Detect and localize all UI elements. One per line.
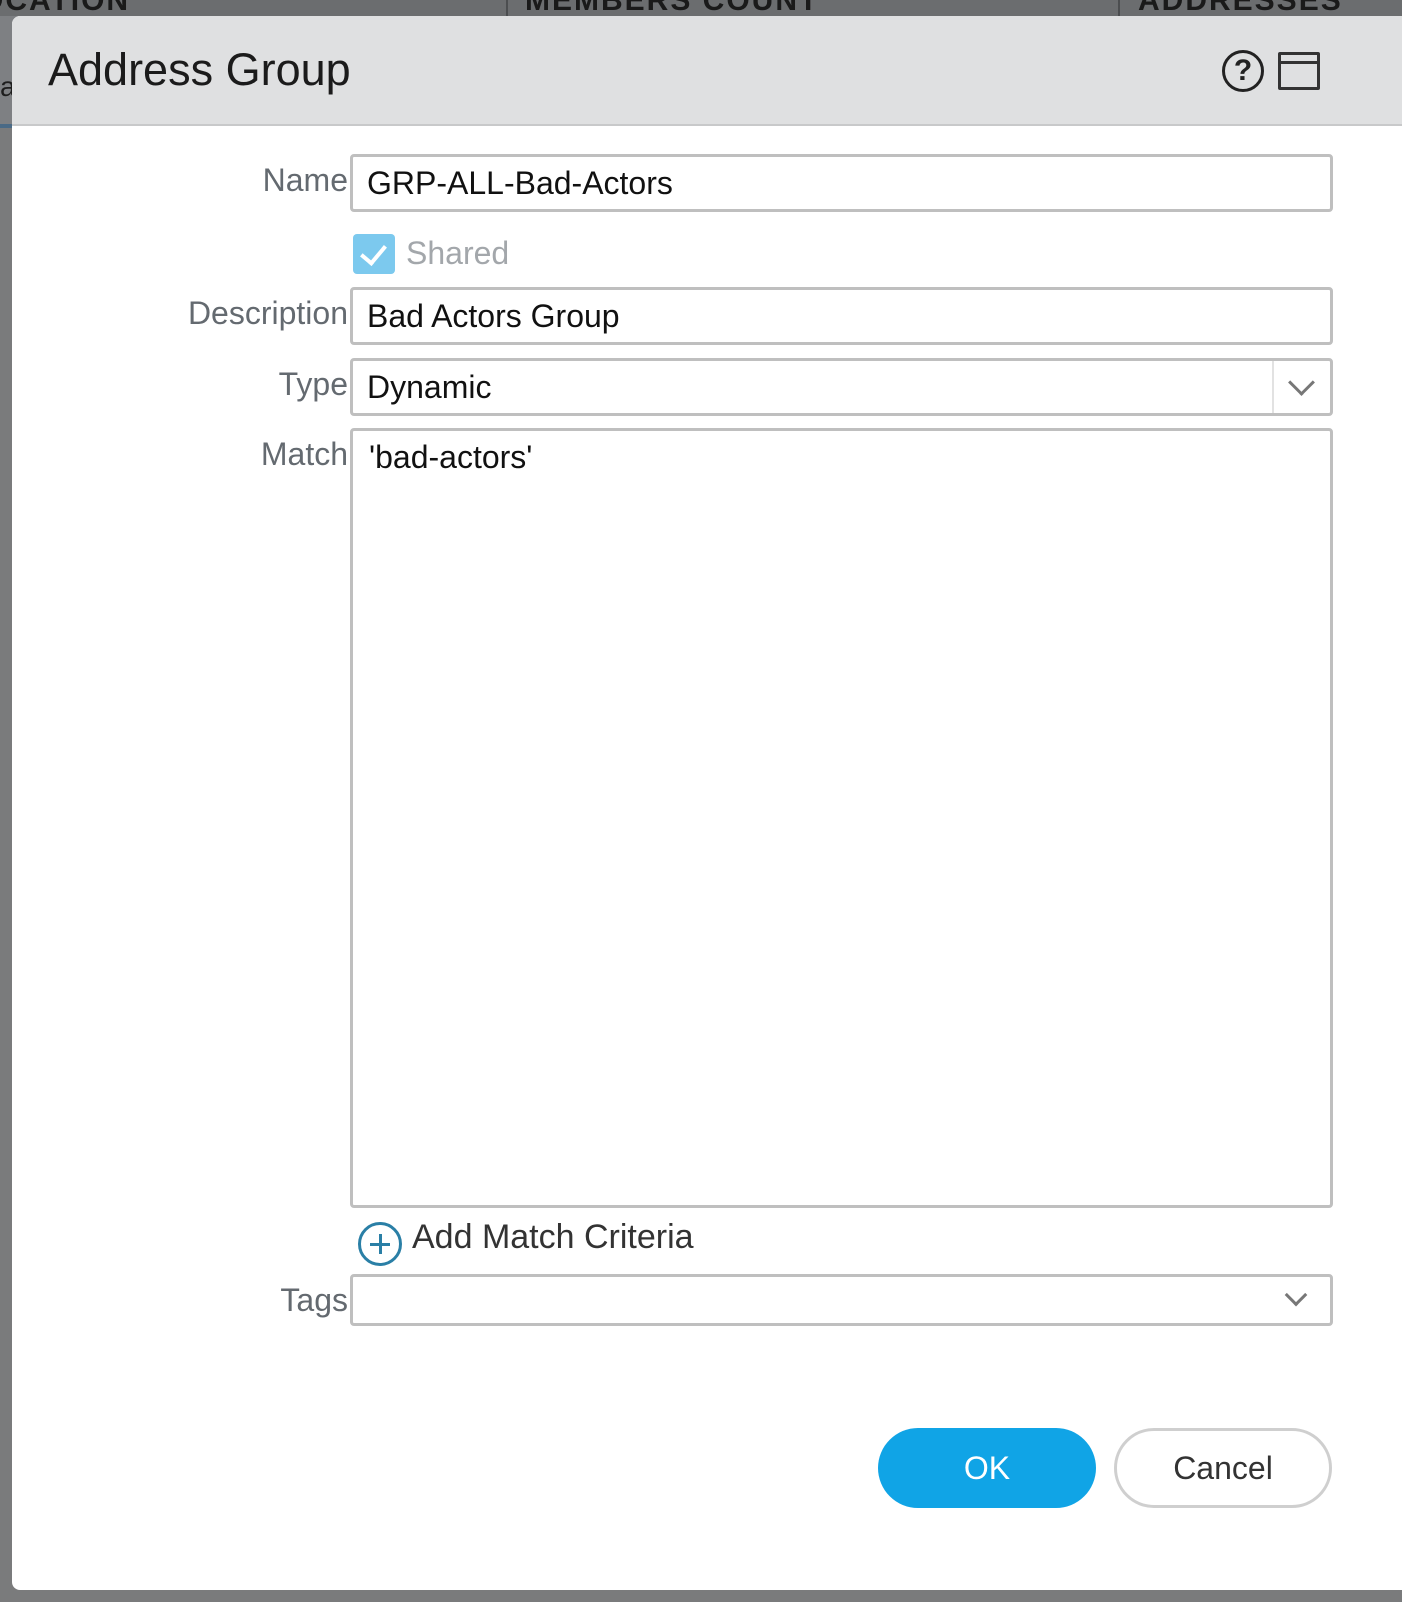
column-header-members-count: MEMBERS COUNT bbox=[525, 0, 819, 16]
help-icon[interactable]: ? bbox=[1222, 50, 1264, 92]
cancel-button[interactable]: Cancel bbox=[1114, 1428, 1332, 1508]
shared-checkbox[interactable] bbox=[353, 234, 395, 274]
add-circle-icon bbox=[358, 1222, 402, 1266]
tags-label: Tags bbox=[280, 1282, 348, 1318]
description-label: Description bbox=[187, 295, 348, 331]
background-table-header: OCATION MEMBERS COUNT ADDRESSES bbox=[0, 0, 1402, 16]
name-label: Name bbox=[262, 162, 348, 198]
dialog-title: Address Group bbox=[48, 44, 351, 95]
shared-label: Shared bbox=[406, 235, 510, 271]
maximize-icon[interactable] bbox=[1278, 52, 1320, 90]
tags-select[interactable] bbox=[350, 1274, 1333, 1326]
match-value: 'bad-actors' bbox=[369, 439, 533, 475]
column-divider bbox=[506, 0, 508, 16]
description-input[interactable]: Bad Actors Group bbox=[350, 287, 1333, 345]
column-header-location: OCATION bbox=[0, 0, 130, 16]
address-group-dialog: Address Group ? Name GRP-ALL-Bad-Actors … bbox=[12, 16, 1402, 1590]
type-select[interactable]: Dynamic bbox=[350, 358, 1333, 416]
column-header-addresses: ADDRESSES bbox=[1138, 0, 1343, 16]
chevron-down-icon[interactable] bbox=[1272, 361, 1330, 413]
add-match-criteria-label: Add Match Criteria bbox=[412, 1218, 694, 1256]
type-select-value: Dynamic bbox=[367, 369, 492, 405]
chevron-down-icon[interactable] bbox=[1272, 1277, 1330, 1323]
column-divider bbox=[1118, 0, 1120, 16]
name-input[interactable]: GRP-ALL-Bad-Actors bbox=[350, 154, 1333, 212]
type-label: Type bbox=[278, 366, 348, 402]
ok-button[interactable]: OK bbox=[878, 1428, 1096, 1508]
match-label: Match bbox=[260, 436, 348, 472]
match-textarea[interactable]: 'bad-actors' bbox=[350, 428, 1333, 1208]
dialog-header: Address Group ? bbox=[12, 16, 1402, 126]
